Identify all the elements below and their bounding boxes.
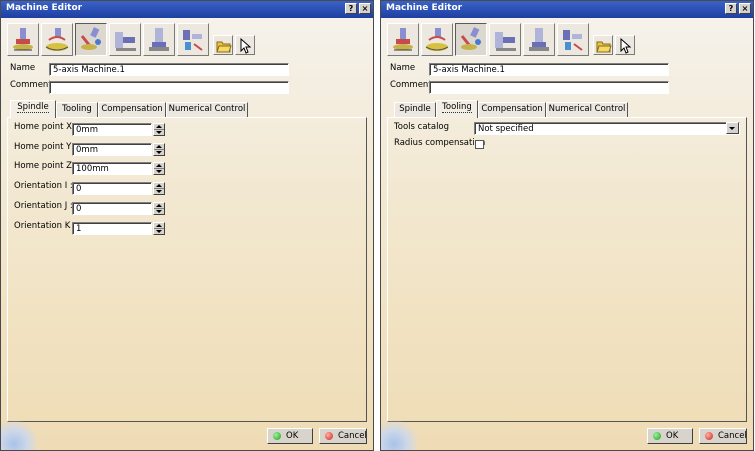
5-axis-machine-icon[interactable] — [455, 23, 487, 56]
orientation-j-input[interactable]: 0 — [72, 202, 152, 215]
comment-field[interactable] — [429, 81, 669, 94]
home-point-z-label: Home point Z : — [14, 161, 78, 171]
close-button[interactable]: × — [739, 3, 751, 14]
orientation-j-label: Orientation J : — [14, 201, 73, 211]
home-point-x-spinner[interactable] — [153, 123, 165, 136]
chevron-down-icon[interactable] — [726, 122, 739, 134]
vertical-lathe-icon[interactable] — [523, 23, 555, 56]
3-axis-rotary-table-icon[interactable] — [421, 23, 453, 56]
name-field[interactable]: 5-axis Machine.1 — [429, 63, 669, 76]
window-title: Machine Editor — [6, 3, 83, 13]
ok-icon — [273, 432, 281, 440]
background-glow — [381, 419, 419, 450]
tooling-panel — [387, 117, 747, 422]
home-point-y-input[interactable]: 0mm — [72, 143, 152, 156]
radius-compensation-checkbox[interactable] — [475, 140, 484, 149]
select-cursor-icon[interactable] — [235, 35, 255, 55]
tab-spindle[interactable]: Spindle — [394, 102, 436, 117]
horizontal-lathe-icon[interactable] — [109, 23, 141, 56]
orientation-i-input[interactable]: 0 — [72, 182, 152, 195]
comment-field[interactable] — [49, 81, 289, 94]
3-axis-machine-icon[interactable] — [387, 23, 419, 56]
ok-icon — [653, 432, 661, 440]
title-bar[interactable]: Machine Editor ? × — [381, 1, 753, 18]
help-button[interactable]: ? — [725, 3, 737, 14]
comment-label: Comment — [10, 80, 52, 90]
home-point-y-label: Home point Y : — [14, 142, 77, 152]
orientation-k-input[interactable]: 1 — [72, 222, 152, 235]
tab-spindle[interactable]: Spindle — [10, 100, 56, 118]
tools-catalog-label: Tools catalog — [394, 122, 450, 132]
radius-compensation-label: Radius compensation — [394, 138, 486, 148]
cancel-icon — [325, 432, 333, 440]
help-button[interactable]: ? — [345, 3, 357, 14]
vertical-lathe-icon[interactable] — [143, 23, 175, 56]
orientation-j-spinner[interactable] — [153, 202, 165, 215]
title-bar[interactable]: Machine Editor ? × — [1, 1, 373, 18]
home-point-z-input[interactable]: 100mm — [72, 162, 152, 175]
home-point-z-spinner[interactable] — [153, 162, 165, 175]
open-folder-icon[interactable] — [593, 35, 613, 55]
orientation-k-label: Orientation K : — [14, 221, 76, 231]
cancel-button[interactable]: Cancel — [319, 428, 367, 444]
multi-slide-lathe-icon[interactable] — [557, 23, 589, 56]
home-point-x-input[interactable]: 0mm — [72, 123, 152, 136]
machine-editor-window-left: Machine Editor ? × Name 5-axis Machine.1 — [0, 0, 374, 451]
window-title: Machine Editor — [386, 3, 463, 13]
home-point-x-label: Home point X : — [14, 122, 78, 132]
cancel-button[interactable]: Cancel — [699, 428, 747, 444]
name-label: Name — [10, 63, 36, 73]
orientation-k-spinner[interactable] — [153, 222, 165, 235]
tab-compensation[interactable]: Compensation — [478, 102, 546, 117]
orientation-i-spinner[interactable] — [153, 182, 165, 195]
3-axis-machine-icon[interactable] — [7, 23, 39, 56]
5-axis-machine-icon[interactable] — [75, 23, 107, 56]
tab-compensation[interactable]: Compensation — [98, 102, 166, 117]
ok-button[interactable]: OK — [647, 428, 693, 444]
tab-tooling[interactable]: Tooling — [56, 102, 98, 117]
open-folder-icon[interactable] — [213, 35, 233, 55]
orientation-i-label: Orientation I : — [14, 181, 73, 191]
background-glow — [1, 419, 39, 450]
name-field[interactable]: 5-axis Machine.1 — [49, 63, 289, 76]
horizontal-lathe-icon[interactable] — [489, 23, 521, 56]
select-cursor-icon[interactable] — [615, 35, 635, 55]
tab-numerical-control[interactable]: Numerical Control — [166, 102, 248, 117]
name-label: Name — [390, 63, 416, 73]
multi-slide-lathe-icon[interactable] — [177, 23, 209, 56]
home-point-y-spinner[interactable] — [153, 143, 165, 156]
close-button[interactable]: × — [359, 3, 371, 14]
3-axis-rotary-table-icon[interactable] — [41, 23, 73, 56]
ok-button[interactable]: OK — [267, 428, 313, 444]
cancel-icon — [705, 432, 713, 440]
comment-label: Comment — [390, 80, 432, 90]
tools-catalog-combo[interactable]: Not specified — [474, 122, 740, 135]
tab-numerical-control[interactable]: Numerical Control — [546, 102, 628, 117]
machine-editor-window-right: Machine Editor ? × Name 5-axis Machine.1 — [380, 0, 754, 451]
tab-tooling[interactable]: Tooling — [436, 100, 478, 118]
